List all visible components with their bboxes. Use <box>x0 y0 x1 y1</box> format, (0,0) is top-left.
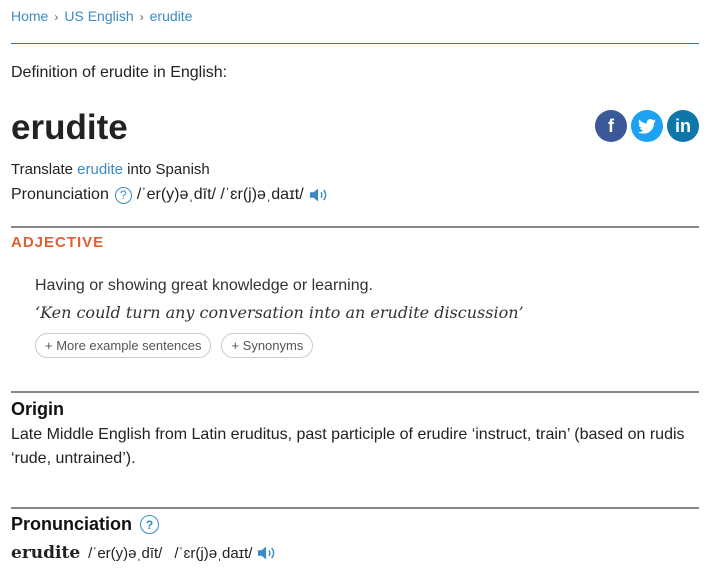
more-examples-button[interactable]: + More example sentences <box>35 333 212 358</box>
definition-of-label: Definition of erudite in English: <box>11 64 228 81</box>
translate-prefix: Translate <box>11 161 78 178</box>
breadcrumb-section-link[interactable]: US English <box>64 8 133 24</box>
pronunciation-ipa-us: /ˈer(y)əˌdīt/ <box>88 544 163 562</box>
divider <box>11 391 699 393</box>
example-sentence: ‘Ken could turn any conversation into an… <box>35 303 524 322</box>
share-buttons: f in <box>595 110 699 142</box>
divider <box>11 226 699 228</box>
origin-text: Late Middle English from Latin eruditus,… <box>11 426 685 467</box>
translate-line: Translate erudite into Spanish <box>11 161 210 178</box>
pronunciation-ipa: /ˈer(y)əˌdīt/ /ˈɛr(j)əˌdaɪt/ <box>136 186 304 203</box>
twitter-share-button[interactable] <box>631 110 663 142</box>
divider <box>11 507 699 509</box>
origin-heading: Origin <box>11 399 64 419</box>
help-icon[interactable]: ? <box>140 515 159 534</box>
pronunciation-heading-label: Pronunciation <box>11 514 132 534</box>
audio-speaker-icon[interactable] <box>257 545 277 561</box>
chevron-right-icon: › <box>139 10 144 24</box>
part-of-speech-heading: ADJECTIVE <box>11 234 105 251</box>
audio-speaker-icon[interactable] <box>309 187 329 203</box>
pronunciation-word: erudite <box>11 543 81 563</box>
translate-suffix: into Spanish <box>123 161 210 178</box>
pronunciation-entry: erudite /ˈer(y)əˌdīt/ /ˈɛr(j)əˌdaɪt/ <box>11 543 277 563</box>
linkedin-share-button[interactable]: in <box>667 110 699 142</box>
facebook-icon: f <box>608 115 614 136</box>
sense-actions: + More example sentences + Synonyms <box>35 333 314 358</box>
help-icon[interactable]: ? <box>114 186 132 204</box>
twitter-icon <box>638 118 656 134</box>
breadcrumb-home-link[interactable]: Home <box>11 8 48 24</box>
linkedin-icon: in <box>675 115 691 136</box>
pronunciation-ipa-intl: /ˈɛr(j)əˌdaɪt/ <box>174 544 253 562</box>
translate-word-link[interactable]: erudite <box>77 161 123 178</box>
synonyms-button[interactable]: + Synonyms <box>221 333 314 358</box>
chevron-right-icon: › <box>54 10 59 24</box>
pronunciation-line: Pronunciation ? /ˈer(y)əˌdīt/ /ˈɛr(j)əˌd… <box>11 186 329 204</box>
sense-definition: Having or showing great knowledge or lea… <box>35 277 373 294</box>
facebook-share-button[interactable]: f <box>595 110 627 142</box>
breadcrumb: Home › US English › erudite <box>11 8 192 24</box>
breadcrumb-current-link[interactable]: erudite <box>150 8 193 24</box>
page-title: erudite <box>11 108 128 147</box>
pronunciation-heading: Pronunciation ? <box>11 514 164 535</box>
pronunciation-label: Pronunciation <box>11 186 109 203</box>
divider <box>11 43 699 44</box>
